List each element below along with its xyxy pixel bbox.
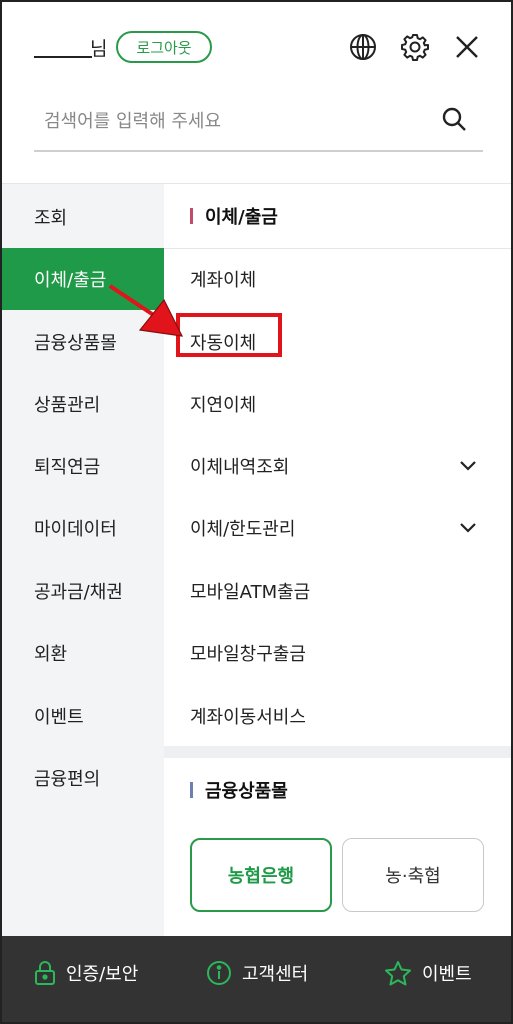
section-title-transfer: 이체/출금 xyxy=(164,184,511,248)
info-icon xyxy=(207,961,231,985)
footer-label: 이벤트 xyxy=(422,964,472,985)
sidebar-item-events[interactable]: 이벤트 xyxy=(2,685,164,747)
menu-item-label: 계좌이동서비스 xyxy=(190,707,306,728)
sidebar-item-pension[interactable]: 퇴직연금 xyxy=(2,435,164,497)
user-name xyxy=(34,36,92,58)
search-bar xyxy=(34,98,483,152)
footer-label: 고객센터 xyxy=(242,964,309,985)
lock-icon xyxy=(35,961,55,985)
sidebar-item-forex[interactable]: 외환 xyxy=(2,622,164,684)
star-icon xyxy=(385,961,411,986)
sidebar-item-utilities[interactable]: 공과금/채권 xyxy=(2,560,164,622)
menu-item-auto-transfer[interactable]: 자동이체 xyxy=(164,311,511,373)
menu-item-label: 이체/한도관리 xyxy=(190,519,296,540)
footer-events[interactable]: 이벤트 xyxy=(384,958,472,988)
sidebar-item-convenience[interactable]: 금융편의 xyxy=(2,747,164,809)
menu-item-label: 지연이체 xyxy=(190,395,257,416)
annotation-arrow-icon xyxy=(108,284,184,337)
menu-item-mobile-atm[interactable]: 모바일ATM출금 xyxy=(164,560,511,622)
logout-button[interactable]: 로그아웃 xyxy=(116,31,212,63)
menu-header: 님 로그아웃 xyxy=(2,2,511,184)
search-icon[interactable] xyxy=(441,106,469,134)
sidebar-item-mydata[interactable]: 마이데이터 xyxy=(2,497,164,559)
nh-cooperative-button[interactable]: 농·축협 xyxy=(342,838,484,912)
section-marker xyxy=(190,208,193,224)
footer-label: 인증/보안 xyxy=(66,964,139,985)
search-input[interactable] xyxy=(34,104,424,138)
section-gap xyxy=(164,746,511,758)
section-marker xyxy=(190,782,193,798)
bottom-bar: 인증/보안 고객센터 이벤트 xyxy=(2,936,511,1022)
menu-item-account-transfer[interactable]: 계좌이체 xyxy=(164,248,511,310)
chevron-down-icon xyxy=(460,461,476,471)
highlight-box xyxy=(176,313,282,357)
submenu-panel: 이체/출금 계좌이체 자동이체 지연이체 이체내역조회 이체/한도관리 모바일A… xyxy=(164,184,511,936)
user-suffix: 님 xyxy=(90,38,108,60)
menu-item-label: 계좌이체 xyxy=(190,270,257,291)
globe-icon[interactable] xyxy=(348,32,378,62)
menu-item-account-switch[interactable]: 계좌이동서비스 xyxy=(164,685,511,747)
close-icon[interactable] xyxy=(452,32,482,62)
sidebar-item-product-management[interactable]: 상품관리 xyxy=(2,373,164,435)
menu-item-label: 모바일ATM출금 xyxy=(190,582,311,603)
menu-item-label: 이체내역조회 xyxy=(190,457,290,478)
section-title-text: 이체/출금 xyxy=(205,207,278,228)
app-frame: 님 로그아웃 검색어를 입력해 주세요 조회 이체/출금 금융상품몰 상품관리 … xyxy=(0,0,513,1024)
chevron-down-icon xyxy=(460,523,476,533)
section-title-text: 금융상품몰 xyxy=(205,781,288,802)
menu-item-label: 모바일창구출금 xyxy=(190,644,306,665)
menu-item-limit-management[interactable]: 이체/한도관리 xyxy=(164,497,511,559)
sidebar-item-inquiry[interactable]: 조회 xyxy=(2,186,164,248)
menu-item-mobile-counter[interactable]: 모바일창구출금 xyxy=(164,622,511,684)
footer-customer-center[interactable]: 고객센터 xyxy=(206,958,308,988)
menu-item-delayed-transfer[interactable]: 지연이체 xyxy=(164,373,511,435)
section-title-products: 금융상품몰 xyxy=(164,758,511,822)
footer-auth-security[interactable]: 인증/보안 xyxy=(34,958,138,988)
gear-icon[interactable] xyxy=(400,32,430,62)
nh-bank-button[interactable]: 농협은행 xyxy=(190,838,332,912)
menu-item-transfer-history[interactable]: 이체내역조회 xyxy=(164,435,511,497)
